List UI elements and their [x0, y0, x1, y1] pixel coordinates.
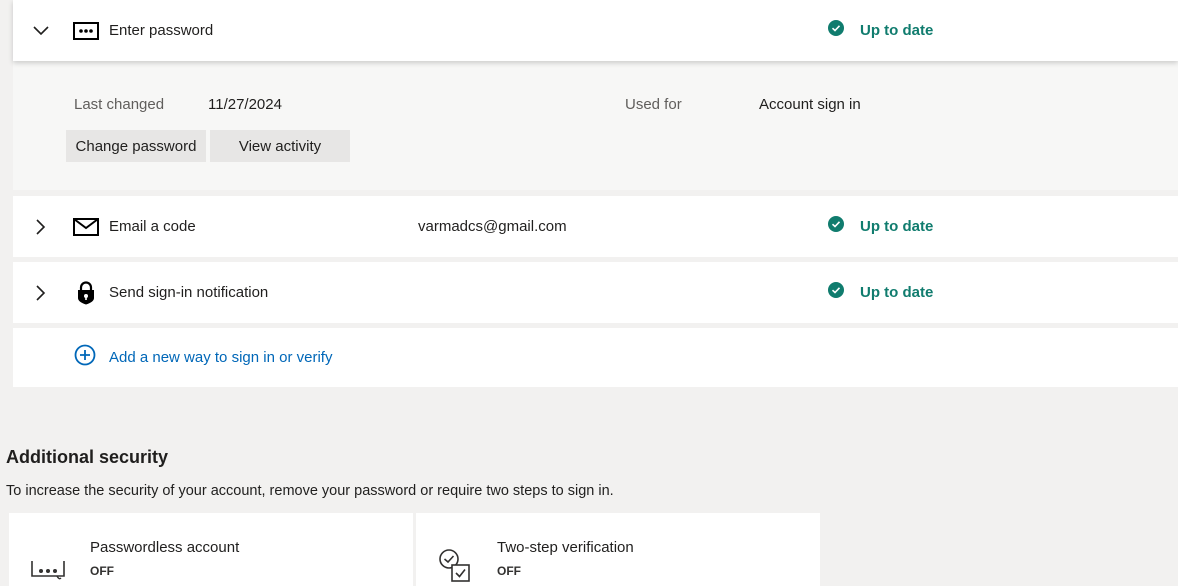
add-method-link[interactable]: Add a new way to sign in or verify: [74, 344, 332, 371]
password-icon: [73, 20, 99, 42]
status-text: Up to date: [860, 22, 934, 39]
status-badge: Up to date: [828, 282, 933, 303]
email-method-row[interactable]: Email a code varmadcs@gmail.com Up to da…: [13, 196, 1178, 257]
card-title: Two-step verification: [497, 539, 634, 556]
notification-method-label: Send sign-in notification: [109, 284, 269, 301]
two-step-verification-card[interactable]: Two-step verification OFF: [416, 513, 820, 586]
card-title: Passwordless account: [90, 539, 240, 556]
passwordless-account-card[interactable]: Passwordless account OFF: [9, 513, 413, 586]
status-badge: Up to date: [828, 20, 933, 41]
view-activity-button[interactable]: View activity: [210, 130, 350, 162]
email-method-label: Email a code: [109, 218, 196, 235]
card-status: OFF: [90, 564, 114, 578]
password-method-label: Enter password: [109, 22, 214, 39]
chevron-right-icon[interactable]: [33, 218, 49, 235]
chevron-down-icon[interactable]: [33, 23, 49, 39]
card-status: OFF: [497, 564, 521, 578]
add-circle-icon: [74, 344, 96, 371]
password-method-row[interactable]: Enter password Up to date: [13, 0, 1178, 61]
check-circle-icon: [828, 20, 844, 41]
status-text: Up to date: [860, 284, 934, 301]
status-text: Up to date: [860, 218, 934, 235]
add-method-row: Add a new way to sign in or verify: [13, 328, 1178, 387]
status-badge: Up to date: [828, 216, 933, 237]
two-step-check-icon: [438, 548, 472, 586]
check-circle-icon: [828, 282, 844, 303]
last-changed-label: Last changed: [74, 96, 165, 113]
chevron-right-icon[interactable]: [33, 284, 49, 301]
additional-security-heading: Additional security: [6, 447, 169, 467]
last-changed-value: 11/27/2024: [208, 96, 282, 113]
notification-method-row[interactable]: Send sign-in notification Up to date: [13, 262, 1178, 323]
change-password-button[interactable]: Change password: [66, 130, 206, 162]
password-dots-icon: [31, 549, 65, 586]
mail-icon: [73, 216, 99, 238]
email-address: varmadcs@gmail.com: [418, 218, 567, 235]
additional-security-description: To increase the security of your account…: [6, 483, 614, 499]
used-for-value: Account sign in: [759, 96, 861, 113]
password-details-panel: Last changed 11/27/2024 Used for Account…: [13, 61, 1178, 190]
check-circle-icon: [828, 216, 844, 237]
used-for-label: Used for: [625, 96, 682, 113]
lock-shield-icon: [73, 280, 99, 304]
add-method-label: Add a new way to sign in or verify: [109, 349, 333, 366]
